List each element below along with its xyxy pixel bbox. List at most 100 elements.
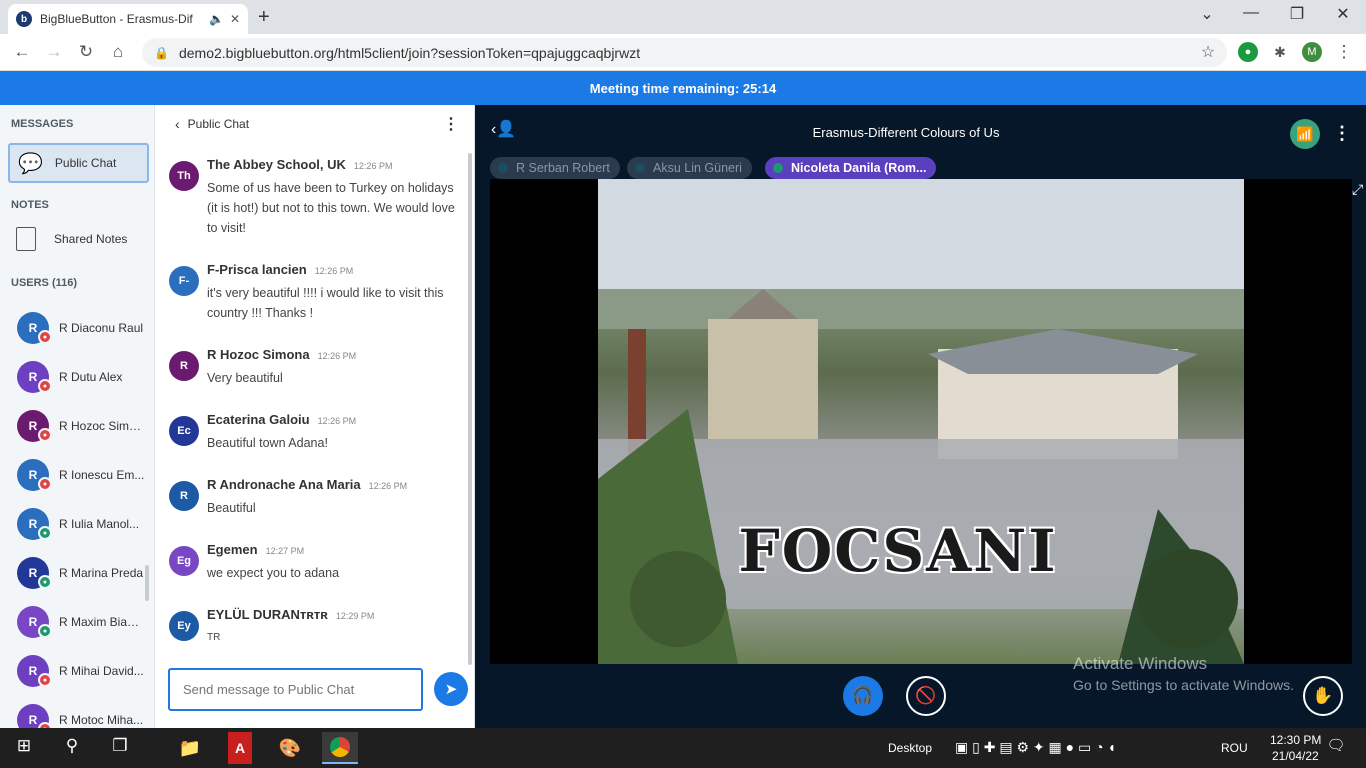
city-square-image bbox=[598, 179, 1244, 664]
microphone-icon bbox=[498, 163, 508, 173]
avatar: Ec bbox=[169, 416, 199, 446]
speaker-icon[interactable]: 🔈 bbox=[209, 12, 224, 26]
user-list-scrollbar[interactable] bbox=[145, 565, 149, 601]
user-list-item[interactable]: R ● R Dutu Alex bbox=[0, 355, 150, 399]
messages-section-title: MESSAGES bbox=[11, 118, 74, 130]
user-list-item[interactable]: R ● R Maxim Bianca bbox=[0, 600, 150, 644]
notifications-icon[interactable]: 🗨 bbox=[1322, 736, 1350, 754]
message-time: 12:26 PM bbox=[368, 481, 408, 491]
user-name: R Mihai David... bbox=[59, 664, 144, 678]
chat-header-title[interactable]: Public Chat bbox=[188, 117, 249, 131]
clock-time[interactable]: 12:30 PM bbox=[1270, 733, 1321, 747]
bookmark-star-icon[interactable]: ☆ bbox=[1196, 42, 1220, 62]
chrome-taskbar-icon[interactable] bbox=[322, 732, 358, 764]
message-author: EYLÜL DURANᴛʀᴛʀ 12:29 PM bbox=[207, 607, 374, 622]
user-name: R Motoc Miha... bbox=[59, 713, 144, 727]
restore-icon[interactable]: ❐ bbox=[1285, 4, 1309, 24]
chat-message-input[interactable] bbox=[168, 668, 423, 711]
audio-status-icon: ● bbox=[38, 379, 52, 393]
send-message-button[interactable]: ➤ bbox=[434, 672, 468, 706]
windows-start-icon[interactable]: ⊞ bbox=[10, 736, 38, 756]
bigbluebutton-favicon-icon: b bbox=[16, 11, 32, 27]
public-chat-item[interactable]: 💬 Public Chat bbox=[8, 143, 149, 183]
user-list-item[interactable]: R ● R Mihai David... bbox=[0, 649, 150, 693]
author-name: Ecaterina Galoiu bbox=[207, 412, 310, 427]
video-caption-text: FOCSANI bbox=[738, 517, 1058, 585]
desktop-toolbar-label[interactable]: Desktop bbox=[888, 741, 932, 755]
audio-button[interactable]: 🎧 bbox=[843, 676, 883, 716]
activate-windows-title: Activate Windows bbox=[1073, 654, 1208, 673]
clock-date[interactable]: 21/04/22 bbox=[1272, 749, 1319, 763]
tab-search-icon[interactable]: ⌄ bbox=[1195, 4, 1219, 24]
address-bar[interactable]: 🔒 demo2.bigbluebutton.org/html5client/jo… bbox=[142, 38, 1227, 67]
talker-pill[interactable]: Nicoleta Danila (Rom... bbox=[765, 157, 937, 179]
extension-icon[interactable]: ● bbox=[1238, 42, 1258, 62]
shared-notes-item[interactable]: Shared Notes bbox=[16, 227, 127, 251]
file-explorer-icon[interactable]: 📁 bbox=[174, 732, 206, 764]
user-list-item[interactable]: R●R Motoc Miha... bbox=[0, 698, 150, 728]
paint-icon[interactable]: 🎨 bbox=[274, 732, 306, 764]
message-time: 12:26 PM bbox=[353, 161, 393, 171]
hide-chat-chevron-icon[interactable]: ‹ bbox=[175, 116, 180, 132]
tray-icons[interactable]: ▣ ▯ ✚ ▤ ⚙ ✦ ▦ ● ▭ ◔ ◖ bbox=[955, 739, 1116, 756]
user-list-item[interactable]: R ● R Hozoc Simo... bbox=[0, 404, 150, 448]
headphones-icon: 🎧 bbox=[852, 686, 874, 705]
message-text: Very beautiful bbox=[207, 371, 283, 385]
acrobat-icon[interactable]: A bbox=[228, 732, 252, 764]
talker-name: Nicoleta Danila (Rom... bbox=[791, 161, 927, 175]
puzzle-extensions-icon[interactable]: ✱ bbox=[1270, 42, 1290, 62]
meeting-options-icon[interactable]: ⋮ bbox=[1333, 123, 1351, 144]
chat-header: ‹ Public Chat ⋮ bbox=[155, 105, 475, 143]
user-list-item[interactable]: R ● R Iulia Manol... bbox=[0, 502, 150, 546]
chat-options-icon[interactable]: ⋮ bbox=[443, 114, 459, 134]
hand-icon: ✋ bbox=[1312, 686, 1334, 705]
user-name: R Diaconu Raul bbox=[59, 321, 144, 335]
search-icon[interactable]: ⚲ bbox=[58, 736, 86, 756]
home-icon[interactable]: ⌂ bbox=[106, 42, 130, 62]
minimize-icon[interactable]: — bbox=[1239, 4, 1263, 22]
language-indicator[interactable]: ROU bbox=[1221, 741, 1248, 755]
chat-scrollbar[interactable] bbox=[468, 153, 472, 665]
user-list-item[interactable]: R ● R Marina Preda bbox=[0, 551, 150, 595]
raise-hand-button[interactable]: ✋ bbox=[1303, 676, 1343, 716]
connection-status-icon[interactable]: 📶 bbox=[1290, 119, 1320, 149]
message-time: 12:26 PM bbox=[314, 266, 354, 276]
browser-tab-bar: b BigBlueButton - Erasmus-Dif 🔈 ✕ + ⌄ — … bbox=[0, 0, 1366, 34]
author-name: Egemen bbox=[207, 542, 258, 557]
user-name: R Marina Preda bbox=[59, 566, 144, 580]
user-list-item[interactable]: R ● R Diaconu Raul bbox=[0, 306, 150, 350]
browser-menu-icon[interactable]: ⋮ bbox=[1332, 42, 1356, 62]
profile-avatar[interactable]: M bbox=[1302, 42, 1322, 62]
talker-pill[interactable]: R Serban Robert bbox=[490, 157, 620, 179]
new-tab-button[interactable]: + bbox=[258, 6, 270, 29]
users-section-title: USERS (116) bbox=[11, 277, 78, 289]
message-author: R Hozoc Simona 12:26 PM bbox=[207, 347, 356, 362]
avatar: F- bbox=[169, 266, 199, 296]
message-text: it's very beautiful !!!! i would like to… bbox=[207, 286, 444, 320]
audio-status-icon: ● bbox=[38, 330, 52, 344]
user-list-sidebar: MESSAGES 💬 Public Chat NOTES Shared Note… bbox=[0, 105, 155, 728]
user-list-item[interactable]: R ● R Ionescu Em... bbox=[0, 453, 150, 497]
camera-off-icon: 🚫 bbox=[915, 686, 937, 705]
fullscreen-icon[interactable]: ⤢ bbox=[1352, 181, 1363, 198]
avatar: R bbox=[169, 481, 199, 511]
send-arrow-icon: ➤ bbox=[444, 681, 458, 698]
message-text: Beautiful town Adana! bbox=[207, 436, 328, 450]
close-tab-icon[interactable]: ✕ bbox=[230, 12, 240, 26]
screenshare-video: FOCSANI bbox=[598, 179, 1244, 664]
talker-pill[interactable]: Aksu Lin Güneri bbox=[627, 157, 752, 179]
avatar: Ey bbox=[169, 611, 199, 641]
author-name: R Hozoc Simona bbox=[207, 347, 310, 362]
close-window-icon[interactable]: ✕ bbox=[1331, 4, 1355, 24]
user-name: R Dutu Alex bbox=[59, 370, 123, 384]
share-webcam-button[interactable]: 🚫 bbox=[906, 676, 946, 716]
public-chat-panel: ‹ Public Chat ⋮ Th The Abbey School, UK 12… bbox=[155, 105, 475, 728]
browser-tab[interactable]: b BigBlueButton - Erasmus-Dif 🔈 ✕ bbox=[8, 4, 248, 34]
microphone-icon bbox=[635, 163, 645, 173]
task-view-icon[interactable]: ❐ bbox=[106, 736, 134, 756]
user-name: R Iulia Manol... bbox=[59, 517, 140, 531]
reload-icon[interactable]: ↻ bbox=[74, 42, 98, 62]
back-icon[interactable]: ← bbox=[10, 42, 34, 62]
audio-status-icon: ● bbox=[38, 575, 52, 589]
forward-icon[interactable]: → bbox=[42, 42, 66, 62]
